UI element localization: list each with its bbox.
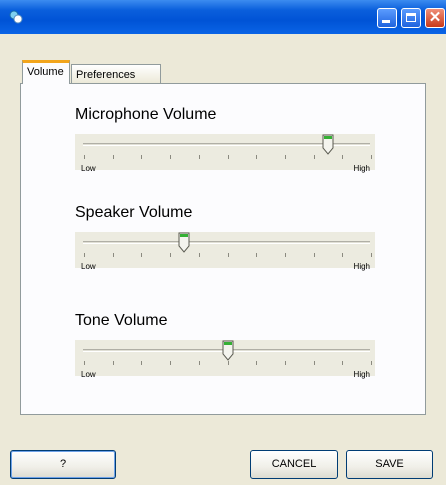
minimize-icon bbox=[382, 20, 390, 23]
slider-tick bbox=[198, 253, 200, 257]
close-button[interactable]: ✕ bbox=[425, 8, 445, 28]
slider-tick bbox=[170, 361, 172, 365]
slider-high-label: High bbox=[353, 262, 370, 271]
slider-rail bbox=[83, 241, 370, 244]
slider-tick bbox=[256, 361, 258, 365]
slider-tick bbox=[342, 253, 344, 257]
slider-tick bbox=[313, 361, 315, 365]
tab-preferences[interactable]: Preferences bbox=[71, 64, 161, 83]
app-icon bbox=[9, 10, 23, 24]
slider-tick bbox=[141, 155, 143, 159]
slider-tick bbox=[112, 361, 114, 365]
slider-tick bbox=[342, 361, 344, 365]
slider-label: Microphone Volume bbox=[75, 106, 217, 123]
slider-tick bbox=[313, 155, 315, 159]
slider-tick bbox=[84, 361, 85, 365]
microphone-volume-slider[interactable]: Low High bbox=[75, 134, 375, 173]
tab-volume[interactable]: Volume bbox=[22, 60, 70, 84]
slider-tick bbox=[227, 155, 229, 159]
slider-label: Speaker Volume bbox=[75, 204, 193, 221]
slider-tick bbox=[284, 361, 286, 365]
slider-thumb[interactable] bbox=[178, 232, 190, 254]
slider-tick bbox=[313, 253, 315, 257]
slider-tick bbox=[112, 253, 114, 257]
slider-tick bbox=[256, 253, 258, 257]
cancel-button[interactable]: CANCEL bbox=[250, 450, 338, 479]
minimize-button[interactable] bbox=[377, 8, 397, 28]
volume-panel: Microphone Volume Low High Speaker Volum… bbox=[20, 83, 426, 415]
maximize-button[interactable] bbox=[401, 8, 421, 28]
slider-tick bbox=[371, 253, 372, 257]
slider-tick bbox=[198, 361, 200, 365]
close-icon: ✕ bbox=[428, 9, 442, 26]
slider-tick bbox=[256, 155, 258, 159]
maximize-icon bbox=[406, 13, 416, 22]
slider-tick bbox=[84, 253, 85, 257]
slider-high-label: High bbox=[353, 370, 370, 379]
slider-low-label: Low bbox=[81, 262, 96, 271]
slider-tick bbox=[198, 155, 200, 159]
slider-tick bbox=[342, 155, 344, 159]
slider-label: Tone Volume bbox=[75, 312, 168, 329]
slider-thumb[interactable] bbox=[222, 340, 234, 362]
save-button[interactable]: SAVE bbox=[346, 450, 433, 479]
slider-tick bbox=[371, 155, 372, 159]
slider-low-label: Low bbox=[81, 370, 96, 379]
slider-low-label: Low bbox=[81, 164, 96, 173]
slider-tick bbox=[284, 253, 286, 257]
speaker-volume-slider[interactable]: Low High bbox=[75, 232, 375, 271]
tone-volume-slider[interactable]: Low High bbox=[75, 340, 375, 379]
slider-tick bbox=[141, 361, 143, 365]
slider-tick bbox=[112, 155, 114, 159]
title-bar[interactable]: ✕ bbox=[0, 0, 446, 34]
slider-tick bbox=[141, 253, 143, 257]
slider-tick bbox=[371, 361, 372, 365]
slider-tick bbox=[284, 155, 286, 159]
slider-tick bbox=[84, 155, 85, 159]
slider-tick bbox=[170, 155, 172, 159]
slider-high-label: High bbox=[353, 164, 370, 173]
dialog-window: ✕ Volume Preferences Microphone Volume L… bbox=[0, 0, 446, 485]
slider-thumb[interactable] bbox=[322, 134, 334, 156]
slider-tick bbox=[227, 253, 229, 257]
slider-tick bbox=[170, 253, 172, 257]
help-button[interactable]: ? bbox=[10, 450, 116, 479]
